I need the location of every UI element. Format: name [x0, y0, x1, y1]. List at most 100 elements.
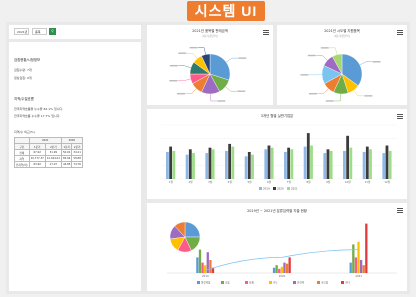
- bar[interactable]: [357, 241, 360, 273]
- bar[interactable]: [303, 146, 307, 179]
- pie-slice[interactable]: [184, 221, 201, 238]
- pie-chart-2: [300, 47, 381, 102]
- pie-label-placeholder: [309, 92, 318, 95]
- bar[interactable]: [272, 267, 276, 273]
- bar[interactable]: [188, 149, 192, 179]
- legend-label: 교통: [225, 281, 230, 285]
- bar[interactable]: [326, 149, 330, 179]
- bar[interactable]: [205, 153, 209, 179]
- bar[interactable]: [285, 263, 289, 273]
- bar[interactable]: [365, 146, 369, 179]
- bar[interactable]: [310, 145, 313, 179]
- bar[interactable]: [287, 147, 291, 179]
- x-tick-label: 2021: [355, 274, 362, 278]
- x-tick-label: 8월: [306, 180, 311, 184]
- table-cell: 44.85: [60, 161, 73, 168]
- bar[interactable]: [204, 265, 207, 273]
- search-button[interactable]: ⚲: [49, 28, 56, 35]
- bar[interactable]: [362, 265, 365, 273]
- bar[interactable]: [343, 150, 346, 179]
- chart-menu-icon[interactable]: [397, 29, 403, 35]
- bar[interactable]: [201, 262, 204, 273]
- legend-swatch: [341, 281, 344, 284]
- bar[interactable]: [359, 260, 363, 273]
- x-tick-label: 4월: [228, 180, 233, 184]
- bar[interactable]: [354, 257, 358, 273]
- bar[interactable]: [225, 150, 228, 179]
- bar[interactable]: [306, 133, 310, 179]
- x-tick-label: 6월: [267, 180, 272, 184]
- bar[interactable]: [346, 135, 350, 179]
- filter-bar: 2021년 종목 ⚲: [9, 25, 141, 39]
- pie-label-placeholder: [320, 47, 329, 49]
- table-cell: 전지역(비): [14, 161, 30, 168]
- legend-swatch: [293, 281, 296, 284]
- bar[interactable]: [329, 150, 333, 179]
- bar[interactable]: [352, 244, 355, 273]
- bar[interactable]: [362, 152, 366, 179]
- bar[interactable]: [365, 223, 368, 273]
- legend-label: 자재: [249, 281, 254, 285]
- bar[interactable]: [208, 147, 212, 179]
- legend-label: 기타: [345, 281, 350, 285]
- bar[interactable]: [288, 257, 291, 273]
- bar[interactable]: [211, 149, 215, 179]
- bar[interactable]: [247, 152, 251, 179]
- legend-label: 수도: [273, 281, 278, 285]
- bar[interactable]: [369, 149, 372, 179]
- pie-label-placeholder: [238, 57, 247, 59]
- bar[interactable]: [172, 150, 176, 179]
- bar-chart-panel: 3개년 월별 실판기업분 1월 2월 3월 4월 5월 6월 7월 8월 9월 10월 11월 12월…: [147, 109, 407, 199]
- chart-menu-icon[interactable]: [263, 29, 269, 35]
- pie-label-placeholder: [307, 54, 316, 57]
- bar[interactable]: [349, 262, 352, 273]
- type-select[interactable]: 종목: [32, 28, 47, 35]
- bar[interactable]: [382, 153, 386, 179]
- bar[interactable]: [283, 262, 286, 273]
- pie-leader-line: [323, 88, 329, 94]
- bar[interactable]: [278, 268, 281, 273]
- legend-swatch: [287, 187, 290, 190]
- bar[interactable]: [270, 147, 274, 179]
- pie-label-placeholder: [325, 100, 334, 102]
- pie-leader-line: [335, 47, 338, 55]
- bar[interactable]: [251, 154, 254, 179]
- bar[interactable]: [385, 145, 389, 179]
- pie-label-placeholder: [217, 100, 226, 102]
- legend-swatch: [259, 187, 262, 190]
- pie-label-placeholder: [237, 90, 246, 92]
- bar[interactable]: [231, 146, 235, 179]
- bar[interactable]: [209, 260, 212, 273]
- table-row: 전지역(비) 63.62 17.07 44.85 74.76: [14, 161, 83, 168]
- bar[interactable]: [264, 149, 268, 179]
- bar[interactable]: [349, 147, 353, 179]
- pie-label-placeholder: [177, 92, 186, 95]
- legend-label: 2019: [263, 187, 270, 191]
- bar[interactable]: [267, 145, 271, 179]
- stats-table-title: 지역/수 비교(%): [14, 130, 35, 134]
- bar[interactable]: [275, 265, 278, 273]
- pie-chart-panel-2: 2021년 시도별 지원품목 4분기(전년비): [277, 25, 407, 105]
- bar[interactable]: [228, 143, 232, 179]
- bar[interactable]: [290, 149, 294, 179]
- bar[interactable]: [166, 152, 169, 179]
- x-tick-label: 2019: [202, 274, 209, 278]
- table-cell: 74.76: [71, 161, 83, 168]
- search-icon: ⚲: [51, 29, 54, 33]
- x-tick-label: 11월: [365, 180, 371, 184]
- bar[interactable]: [388, 150, 392, 179]
- bar[interactable]: [284, 152, 287, 179]
- bar[interactable]: [185, 154, 189, 179]
- stats-line-3: 전국지역흐름율 누수율 82.1% 입니다.: [14, 107, 64, 111]
- bar[interactable]: [196, 257, 199, 273]
- bar[interactable]: [192, 153, 195, 179]
- bar[interactable]: [280, 266, 283, 273]
- pie-chart-1: [169, 46, 247, 102]
- pie-leader-line: [226, 57, 232, 63]
- bar[interactable]: [244, 156, 248, 179]
- bar[interactable]: [323, 153, 327, 179]
- year-select[interactable]: 2021년: [14, 28, 29, 35]
- bar[interactable]: [169, 146, 173, 179]
- bar[interactable]: [198, 249, 202, 273]
- table-cell: 63.62: [28, 161, 46, 168]
